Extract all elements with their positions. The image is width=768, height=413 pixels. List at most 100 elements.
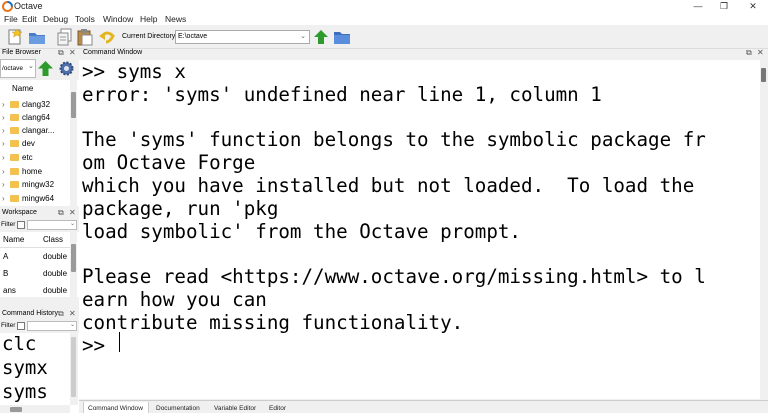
scrollbar-thumb[interactable] xyxy=(10,407,22,412)
scrollbar-thumb[interactable] xyxy=(761,68,766,82)
list-item[interactable]: › etc xyxy=(2,153,33,162)
file-browser-scrollbar[interactable] xyxy=(70,80,77,206)
list-item[interactable]: › mingw64 xyxy=(2,194,54,203)
console-line: load symbolic' from the Octave prompt. xyxy=(82,219,521,243)
workspace-column-name[interactable]: Name xyxy=(3,235,24,244)
workspace-row-name[interactable]: A xyxy=(3,252,8,261)
chevron-down-icon[interactable]: ⌄ xyxy=(70,321,75,328)
menu-tools[interactable]: Tools xyxy=(75,14,95,24)
paste-icon[interactable] xyxy=(76,28,94,46)
list-item[interactable]: › home xyxy=(2,167,42,176)
file-browser-path: /octave xyxy=(2,65,23,72)
command-history-filter-label: Filter xyxy=(1,322,16,329)
close-panel-icon[interactable]: ✕ xyxy=(69,48,76,57)
menu-edit[interactable]: Edit xyxy=(22,14,37,24)
title-bar: Octave — ❐ ✕ xyxy=(0,0,768,13)
menu-debug[interactable]: Debug xyxy=(43,14,68,24)
chevron-down-icon[interactable]: ⌄ xyxy=(28,62,34,70)
maximize-button[interactable]: ❐ xyxy=(712,0,736,13)
command-history-filter-checkbox[interactable] xyxy=(17,322,25,330)
folder-icon xyxy=(10,195,19,202)
settings-gear-icon[interactable] xyxy=(57,59,76,78)
current-directory-select[interactable]: E:\octave ⌄ xyxy=(175,30,310,44)
horizontal-scrollbar[interactable] xyxy=(0,405,70,413)
folder-icon xyxy=(10,181,19,188)
window-title: Octave xyxy=(14,1,43,11)
list-item[interactable]: › clang32 xyxy=(2,100,50,109)
console-prompt[interactable]: >> xyxy=(82,334,117,357)
octave-logo-icon xyxy=(2,1,13,12)
file-browser-column-name[interactable]: Name xyxy=(12,84,33,93)
menu-file[interactable]: File xyxy=(4,14,18,24)
tab-editor[interactable]: Editor xyxy=(269,405,286,412)
undock-icon[interactable]: ⧉ xyxy=(58,48,64,58)
menu-news[interactable]: News xyxy=(165,14,186,24)
minimize-button[interactable]: — xyxy=(686,0,710,13)
folder-icon xyxy=(10,127,19,134)
tab-documentation[interactable]: Documentation xyxy=(156,405,200,412)
divider xyxy=(0,247,70,248)
new-script-icon[interactable] xyxy=(6,28,24,46)
command-window-header: Command Window ⧉ ✕ xyxy=(79,48,768,59)
chevron-down-icon[interactable]: ⌄ xyxy=(70,220,75,227)
current-directory-value: E:\octave xyxy=(178,33,208,40)
go-up-icon[interactable] xyxy=(312,28,330,46)
scrollbar-thumb[interactable] xyxy=(71,244,76,272)
undo-icon[interactable] xyxy=(98,28,116,46)
close-panel-icon[interactable]: ✕ xyxy=(69,208,76,217)
folder-icon xyxy=(10,168,19,175)
workspace-row-class: double xyxy=(43,269,68,278)
menu-help[interactable]: Help xyxy=(140,14,157,24)
console-line: The 'syms' function belongs to the symbo… xyxy=(82,128,706,152)
undock-icon[interactable]: ⧉ xyxy=(746,48,752,58)
close-button[interactable]: ✕ xyxy=(741,0,765,13)
list-item[interactable]: › dev xyxy=(2,139,35,148)
file-browser-list: Name › clang32 › clang64 › clangar... › dev … xyxy=(0,80,79,206)
command-history-list: clc symx syms xyxy=(0,333,79,413)
workspace-table: Name Class A double B double ans double xyxy=(0,232,79,297)
command-history-scrollbar[interactable] xyxy=(70,333,78,405)
folder-icon xyxy=(10,114,19,121)
list-item[interactable]: › mingw32 xyxy=(2,180,54,189)
history-item[interactable]: symx xyxy=(2,357,48,379)
toolbar: Current Directory: xyxy=(0,25,768,49)
folder-icon xyxy=(10,154,19,161)
octave-main-window: Octave — ❐ ✕ File Edit Debug Tools Windo… xyxy=(0,0,768,413)
go-up-icon[interactable] xyxy=(37,60,54,77)
close-panel-icon[interactable]: ✕ xyxy=(69,309,76,318)
menu-window[interactable]: Window xyxy=(103,14,133,24)
console-line: om Octave Forge xyxy=(82,151,256,175)
browse-folder-icon[interactable] xyxy=(333,28,351,46)
workspace-row-class: double xyxy=(43,252,68,261)
list-item[interactable]: › clangar... xyxy=(2,126,54,135)
command-window-scrollbar[interactable] xyxy=(760,60,768,399)
console-line: which you have installed but not loaded.… xyxy=(82,174,695,197)
file-browser-title: File Browser xyxy=(2,49,41,56)
undock-icon[interactable]: ⧉ xyxy=(58,208,64,218)
command-window-title: Command Window xyxy=(83,49,143,56)
workspace-filter-label: Filter xyxy=(1,221,16,228)
close-panel-icon[interactable]: ✕ xyxy=(757,48,764,57)
undock-icon[interactable]: ⧉ xyxy=(58,309,64,319)
workspace-row-name[interactable]: B xyxy=(3,269,8,278)
workspace-row-name[interactable]: ans xyxy=(3,286,16,295)
workspace-scrollbar[interactable] xyxy=(70,232,77,297)
history-item[interactable]: syms xyxy=(2,381,48,403)
workspace-column-class[interactable]: Class xyxy=(43,235,63,244)
copy-icon[interactable] xyxy=(56,28,74,46)
folder-icon xyxy=(10,140,19,147)
history-item[interactable]: clc xyxy=(2,333,36,355)
current-directory-label: Current Directory: xyxy=(122,33,178,40)
scrollbar-thumb[interactable] xyxy=(71,92,76,118)
command-window-output[interactable]: >> syms x error: 'syms' undefined near l… xyxy=(79,60,760,399)
tab-variable-editor[interactable]: Variable Editor xyxy=(214,405,256,412)
command-history-header: Command History ⧉ ✕ xyxy=(0,309,79,319)
tab-command-window[interactable]: Command Window xyxy=(88,405,143,412)
workspace-filter-checkbox[interactable] xyxy=(17,221,25,229)
list-item[interactable]: › clang64 xyxy=(2,113,50,122)
workspace-header: Workspace ⧉ ✕ xyxy=(0,208,79,218)
workspace-row-class: double xyxy=(43,286,68,295)
console-line: Please read <https://www.octave.org/miss… xyxy=(82,265,706,289)
scrollbar-thumb[interactable] xyxy=(71,337,76,397)
open-folder-icon[interactable] xyxy=(28,28,46,46)
